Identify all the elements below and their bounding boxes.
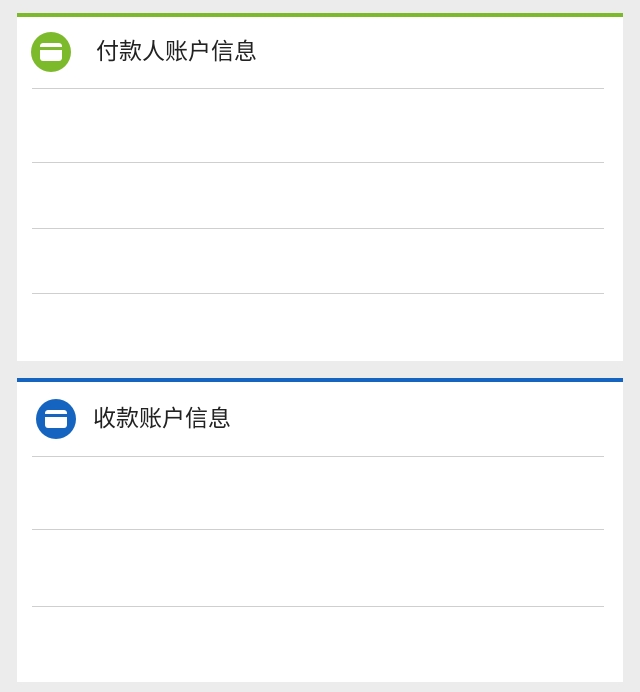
payer-section-header: 付款人账户信息 (17, 17, 623, 88)
payee-row-1[interactable] (32, 529, 604, 530)
payee-section-title: 收款账户信息 (93, 406, 231, 432)
payee-section-header: 收款账户信息 (17, 382, 623, 453)
payer-row-2[interactable] (32, 228, 604, 229)
payer-row-1[interactable] (32, 162, 604, 163)
card-icon (36, 399, 76, 439)
payee-account-section: 收款账户信息 (17, 378, 623, 682)
payee-divider (32, 456, 604, 457)
payer-row-3[interactable] (32, 293, 604, 294)
payee-row-2[interactable] (32, 606, 604, 607)
card-icon (31, 32, 71, 72)
payer-account-section: 付款人账户信息 (17, 13, 623, 361)
payer-divider (32, 88, 604, 89)
payer-section-title: 付款人账户信息 (96, 39, 257, 65)
